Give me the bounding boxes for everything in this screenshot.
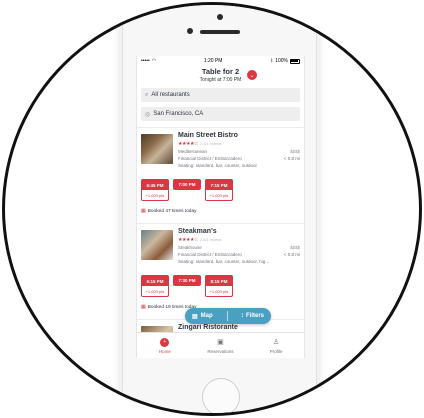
tab-reservations[interactable]: ▣ Reservations: [195, 338, 245, 354]
status-time: 1:20 PM: [203, 58, 223, 64]
sensor-dot: [187, 28, 193, 34]
time-slot-button[interactable]: 7:00 PM: [173, 179, 201, 190]
neighborhood: Financial District / Embarcadero: [178, 156, 242, 161]
restaurant-info: Main Street Bistro ★★★★☆ 2,321 reviews M…: [178, 132, 300, 168]
map-filters-toggle: ▤ Map ⫶ Filters: [185, 308, 271, 324]
chart-icon: ▦: [141, 304, 146, 310]
cuisine-row: Mediterranean $$$$: [178, 149, 300, 154]
phone-top-bezel: [123, 5, 316, 58]
time-slot-button[interactable]: 8:15 PM +1,000 pts: [205, 275, 233, 297]
rating-row: ★★★★☆ 2,321 reviews: [178, 237, 300, 243]
distance: < 0.8 mi: [283, 252, 300, 257]
cuisine: Steakhouse: [178, 245, 202, 250]
restaurant-name: Zingari Ristorante: [178, 324, 238, 331]
tab-label: Reservations: [207, 348, 234, 354]
status-bar: ••••• ◠ 1:20 PM ᛒ 100%: [137, 56, 304, 66]
slot-time: 7:30 PM: [174, 276, 200, 285]
slot-time: 6:15 PM: [142, 276, 168, 286]
cuisine: Mediterranean: [178, 149, 208, 154]
tab-label: Home: [158, 348, 171, 354]
page-title: Table for 2: [201, 67, 240, 76]
slot-time: 8:15 PM: [206, 276, 232, 286]
home-button[interactable]: [202, 378, 240, 413]
review-count: 2,321 reviews: [199, 238, 222, 242]
tab-home[interactable]: + Home: [140, 337, 190, 354]
battery-icon: [289, 58, 300, 64]
restaurant-name: Steakman's: [178, 228, 217, 235]
tab-bar: + Home ▣ Reservations ♙ Profile: [137, 332, 304, 358]
location-field[interactable]: ◎ San Francisco, CA: [141, 107, 300, 121]
slot-time: 7:15 PM: [206, 180, 232, 190]
signal-icon: •••••: [141, 58, 150, 64]
fab-divider: [226, 311, 228, 321]
slot-points: +1,000 pts: [209, 192, 229, 198]
restaurant-photo: [141, 230, 173, 260]
tab-label: Profile: [269, 348, 283, 354]
seating-info: Seating: standard, bar, counter, outdoor…: [178, 259, 270, 264]
star-rating-icon: ★★★★☆: [178, 237, 198, 243]
calendar-icon: ▣: [217, 339, 224, 346]
wifi-icon: ◠: [151, 58, 157, 64]
rating-row: ★★★★☆ 2,321 reviews: [178, 141, 300, 147]
location-value: San Francisco, CA: [153, 111, 204, 117]
tab-profile[interactable]: ♙ Profile: [251, 338, 301, 354]
chevron-down-icon[interactable]: ⌄: [247, 70, 257, 80]
map-label: Map: [200, 313, 213, 319]
map-button[interactable]: ▤ Map: [192, 313, 213, 320]
booked-text: Booked 47 times today: [147, 208, 197, 214]
restaurant-info: Steakman's ★★★★☆ 2,321 reviews Steakhous…: [178, 228, 300, 264]
cuisine-row: Steakhouse $$$$: [178, 245, 300, 250]
restaurant-photo: [141, 134, 173, 164]
app-screen: ••••• ◠ 1:20 PM ᛒ 100% Table for 2 Tonig…: [136, 56, 305, 358]
chart-icon: ▦: [141, 208, 146, 214]
booked-count: ▦ Booked 47 times today: [141, 208, 197, 214]
restaurant-name: Main Street Bistro: [178, 132, 238, 139]
filter-icon: ⫶: [241, 312, 243, 319]
filters-label: Filters: [245, 313, 264, 319]
battery-percent: 100%: [275, 58, 288, 64]
time-slot-button[interactable]: 6:45 PM +1,000 pts: [141, 179, 169, 201]
restaurant-search-value: All restaurants: [151, 92, 190, 98]
slot-points: +1,000 pts: [145, 192, 165, 198]
slot-time: 7:00 PM: [174, 180, 200, 189]
seating-info: Seating: standard, bar, counter, outdoor: [178, 163, 258, 168]
restaurant-search-field[interactable]: ⌕ All restaurants: [141, 88, 300, 102]
distance: < 0.8 mi: [283, 156, 300, 161]
location-row: Financial District / Embarcadero < 0.8 m…: [178, 156, 300, 161]
search-icon: ⌕: [145, 91, 149, 98]
circular-frame: ••••• ◠ 1:20 PM ᛒ 100% Table for 2 Tonig…: [2, 2, 422, 416]
price-level: $$$$: [289, 245, 300, 250]
price-level: $$$$: [289, 149, 300, 154]
star-rating-icon: ★★★★☆: [178, 141, 198, 147]
bluetooth-icon: ᛒ: [270, 58, 274, 64]
phone-device: ••••• ◠ 1:20 PM ᛒ 100% Table for 2 Tonig…: [122, 5, 317, 413]
person-icon: ♙: [273, 339, 280, 346]
restaurant-card[interactable]: Steakman's ★★★★☆ 2,321 reviews Steakhous…: [137, 223, 304, 319]
camera-dot: [217, 14, 223, 20]
status-left: ••••• ◠: [141, 58, 156, 64]
slot-time: 6:45 PM: [142, 180, 168, 190]
status-right: ᛒ 100%: [270, 58, 300, 64]
location-pin-icon: ◎: [145, 111, 151, 118]
neighborhood: Financial District / Embarcadero: [178, 252, 242, 257]
time-slots: 6:15 PM +1,000 pts 7:30 PM 8:15 PM +1,00…: [141, 275, 233, 297]
slot-points: +1,000 pts: [145, 288, 165, 294]
slot-points: +1,000 pts: [209, 288, 229, 294]
page-subtitle: Tonight at 7:00 PM: [199, 77, 242, 83]
party-header[interactable]: Table for 2 Tonight at 7:00 PM ⌄: [137, 66, 304, 86]
review-count: 2,321 reviews: [199, 142, 222, 146]
time-slot-button[interactable]: 7:30 PM: [173, 275, 201, 286]
location-row: Financial District / Embarcadero < 0.8 m…: [178, 252, 300, 257]
restaurant-card[interactable]: Main Street Bistro ★★★★☆ 2,321 reviews M…: [137, 127, 304, 223]
speaker-grille: [200, 30, 240, 34]
time-slot-button[interactable]: 7:15 PM +1,000 pts: [205, 179, 233, 201]
map-icon: ▤: [191, 313, 198, 320]
filters-button[interactable]: ⫶ Filters: [241, 313, 264, 320]
time-slots: 6:45 PM +1,000 pts 7:00 PM 7:15 PM +1,00…: [141, 179, 233, 201]
home-icon: +: [160, 337, 170, 347]
time-slot-button[interactable]: 6:15 PM +1,000 pts: [141, 275, 169, 297]
